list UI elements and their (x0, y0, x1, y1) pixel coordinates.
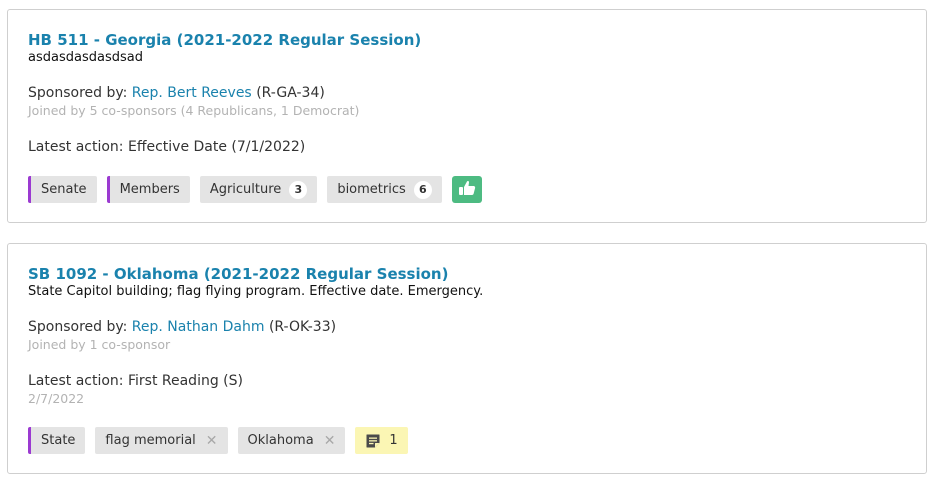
note-icon (365, 433, 381, 449)
sponsor-prefix: Sponsored by: (28, 319, 128, 335)
notes-count: 1 (389, 433, 398, 448)
tag-label: Members (119, 182, 180, 197)
latest-action: Latest action: First Reading (S) (28, 373, 243, 389)
tag-label: flag memorial (105, 433, 196, 448)
latest-action: Latest action: Effective Date (7/1/2022) (28, 139, 306, 155)
bill-title-link[interactable]: HB 511 - Georgia (2021-2022 Regular Sess… (28, 31, 421, 49)
bill-card: HB 511 - Georgia (2021-2022 Regular Sess… (7, 9, 927, 223)
thumbs-up-icon (458, 180, 476, 200)
tag-label: Agriculture (209, 182, 282, 197)
sponsor-district: (R-OK-33) (268, 319, 337, 335)
sponsor-link[interactable]: Rep. Nathan Dahm (132, 319, 265, 335)
tag-senate[interactable]: Senate (28, 176, 97, 203)
sponsor-line: Sponsored by: Rep. Nathan Dahm (R-OK-33) (28, 319, 336, 335)
sponsor-line: Sponsored by: Rep. Bert Reeves (R-GA-34) (28, 85, 325, 101)
tag-members[interactable]: Members (106, 176, 190, 203)
tag-count: 6 (413, 180, 432, 199)
tag-label: Oklahoma (247, 433, 314, 448)
remove-tag-icon[interactable]: ✕ (324, 433, 336, 449)
sponsor-prefix: Sponsored by: (28, 85, 128, 101)
bill-title-link[interactable]: SB 1092 - Oklahoma (2021-2022 Regular Se… (28, 265, 448, 283)
tag-label: Senate (41, 182, 87, 197)
tag-label: biometrics (337, 182, 406, 197)
cosponsors-text: Joined by 1 co-sponsor (28, 337, 171, 352)
bill-description: asdasdasdasdsad (28, 50, 143, 65)
tag-list: State flag memorial ✕ Oklahoma ✕ 1 (28, 427, 408, 454)
tag-count: 3 (289, 180, 308, 199)
tag-label: State (41, 433, 76, 448)
remove-tag-icon[interactable]: ✕ (206, 433, 218, 449)
cosponsors-text: Joined by 5 co-sponsors (4 Republicans, … (28, 103, 360, 118)
tag-list: Senate Members Agriculture 3 biometrics … (28, 176, 482, 203)
bill-description: State Capitol building; flag flying prog… (28, 284, 484, 299)
thumbs-up-button[interactable] (451, 176, 482, 203)
tag-state[interactable]: State (28, 427, 86, 454)
notes-button[interactable]: 1 (355, 427, 408, 454)
tag-flag-memorial[interactable]: flag memorial ✕ (95, 427, 228, 454)
bill-card: SB 1092 - Oklahoma (2021-2022 Regular Se… (7, 243, 927, 474)
sponsor-link[interactable]: Rep. Bert Reeves (132, 85, 252, 101)
tag-oklahoma[interactable]: Oklahoma ✕ (237, 427, 346, 454)
sponsor-district: (R-GA-34) (256, 85, 325, 101)
latest-action-date: 2/7/2022 (28, 391, 85, 406)
tag-biometrics[interactable]: biometrics 6 (327, 176, 442, 203)
tag-agriculture[interactable]: Agriculture 3 (199, 176, 318, 203)
